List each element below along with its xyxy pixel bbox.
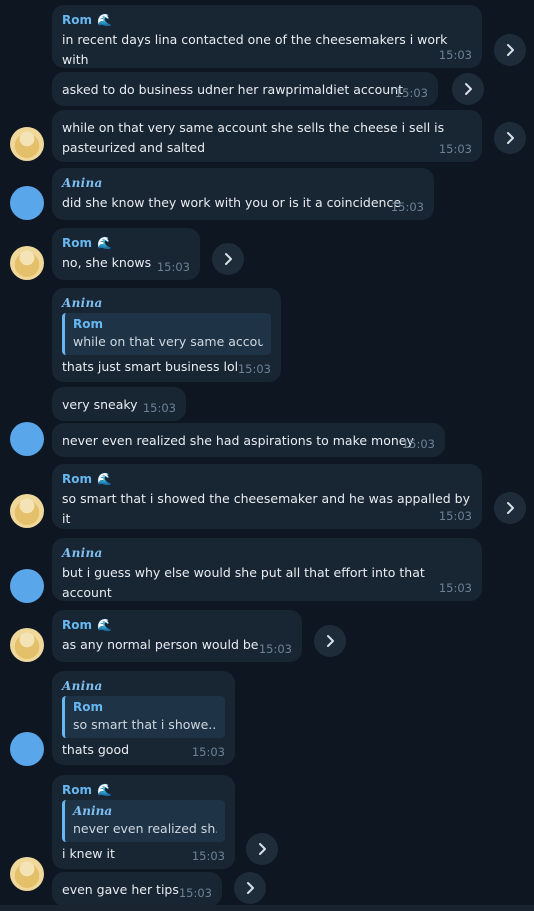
sender-name-text: Rom — [62, 618, 92, 632]
message-bubble[interactable]: Rom 🌊 in recent days lina contacted one o… — [52, 5, 482, 68]
wave-icon: 🌊 — [97, 236, 112, 250]
forward-chevron-icon[interactable] — [234, 872, 266, 904]
forward-chevron-icon[interactable] — [314, 625, 346, 657]
sender-name-text: Rom — [62, 13, 92, 27]
message-time: 15:03 — [438, 509, 472, 523]
forward-chevron-icon[interactable] — [246, 833, 278, 865]
reply-name: Rom — [73, 317, 103, 331]
avatar[interactable] — [10, 186, 44, 220]
message-text: in recent days lina contacted one of the… — [62, 32, 452, 67]
message-time: 15:03 — [401, 437, 435, 451]
sender-name[interactable]: Anina — [62, 546, 472, 561]
reply-quote[interactable]: Rom while on that very same accou... — [62, 313, 271, 355]
wave-icon: 🌊 — [97, 13, 112, 27]
message-time: 15:03 — [156, 260, 190, 274]
message-bubble[interactable]: very sneaky 15:03 — [52, 387, 186, 421]
sender-name[interactable]: Anina — [62, 296, 271, 311]
message-bubble[interactable]: while on that very same account she sell… — [52, 110, 482, 162]
avatar[interactable] — [10, 732, 44, 766]
sender-name[interactable]: Rom 🌊 — [62, 783, 225, 798]
forward-chevron-icon[interactable] — [494, 122, 526, 154]
reply-text: never even realized sh... — [73, 821, 217, 836]
avatar[interactable] — [10, 127, 44, 161]
forward-chevron-icon[interactable] — [494, 492, 526, 524]
message-time: 15:03 — [438, 142, 472, 156]
message-bubble[interactable]: Anina Rom while on that very same accou.… — [52, 288, 281, 382]
message-time: 15:03 — [390, 200, 424, 214]
message-text: as any normal person would be — [62, 637, 259, 652]
message-text: so smart that i showed the cheesemaker a… — [62, 491, 474, 526]
message-time: 15:03 — [438, 48, 472, 62]
sender-name-text: Rom — [62, 472, 92, 486]
sender-name[interactable]: Rom 🌊 — [62, 472, 472, 487]
message-time: 15:03 — [191, 745, 225, 759]
sender-name[interactable]: Rom 🌊 — [62, 236, 190, 251]
reply-name: Anina — [73, 804, 113, 818]
forward-chevron-icon[interactable] — [452, 73, 484, 105]
avatar[interactable] — [10, 569, 44, 603]
message-text: asked to do business udner her rawprimal… — [62, 82, 404, 97]
message-time: 15:03 — [237, 362, 271, 376]
composer-edge — [0, 905, 534, 911]
message-time: 15:03 — [394, 86, 428, 100]
message-bubble[interactable]: never even realized she had aspirations … — [52, 423, 445, 457]
wave-icon: 🌊 — [97, 618, 112, 632]
sender-name-text: Rom — [62, 236, 92, 250]
message-text: did she know they work with you or is it… — [62, 195, 402, 210]
message-text: while on that very same account she sell… — [62, 120, 445, 155]
sender-name[interactable]: Rom 🌊 — [62, 13, 472, 28]
sender-name-text: Rom — [62, 783, 92, 797]
avatar[interactable] — [10, 246, 44, 280]
message-bubble[interactable]: Rom 🌊 no, she knows 15:03 — [52, 228, 200, 280]
message-bubble[interactable]: Rom 🌊 so smart that i showed the cheesema… — [52, 464, 482, 529]
reply-quote[interactable]: Anina never even realized sh... — [62, 800, 225, 842]
message-time: 15:03 — [191, 849, 225, 863]
message-time: 15:03 — [142, 401, 176, 415]
avatar[interactable] — [10, 628, 44, 662]
wave-icon: 🌊 — [97, 472, 112, 486]
message-bubble[interactable]: asked to do business udner her rawprimal… — [52, 72, 438, 106]
forward-chevron-icon[interactable] — [494, 34, 526, 66]
message-bubble[interactable]: Anina did she know they work with you or… — [52, 168, 434, 220]
message-bubble[interactable]: even gave her tips 15:03 — [52, 872, 222, 906]
message-time: 15:03 — [178, 886, 212, 900]
message-text: but i guess why else would she put all t… — [62, 565, 429, 600]
message-time: 15:03 — [258, 642, 292, 656]
forward-chevron-icon[interactable] — [212, 243, 244, 275]
avatar[interactable] — [10, 422, 44, 456]
sender-name[interactable]: Rom 🌊 — [62, 618, 292, 633]
reply-quote[interactable]: Rom so smart that i showe... — [62, 696, 225, 738]
message-time: 15:03 — [438, 581, 472, 595]
avatar[interactable] — [10, 857, 44, 891]
sender-name[interactable]: Anina — [62, 679, 225, 694]
reply-text: so smart that i showe... — [73, 717, 217, 732]
reply-text: while on that very same accou... — [73, 334, 263, 349]
wave-icon: 🌊 — [97, 783, 112, 797]
message-text: never even realized she had aspirations … — [62, 433, 414, 448]
message-bubble[interactable]: Rom 🌊 Anina never even realized sh... i k… — [52, 775, 235, 869]
message-bubble[interactable]: Rom 🌊 as any normal person would be 15:03 — [52, 610, 302, 662]
message-bubble[interactable]: Anina but i guess why else would she put… — [52, 538, 482, 601]
reply-name: Rom — [73, 700, 103, 714]
avatar[interactable] — [10, 494, 44, 528]
sender-name[interactable]: Anina — [62, 176, 424, 191]
message-bubble[interactable]: Anina Rom so smart that i showe... thats… — [52, 671, 235, 765]
